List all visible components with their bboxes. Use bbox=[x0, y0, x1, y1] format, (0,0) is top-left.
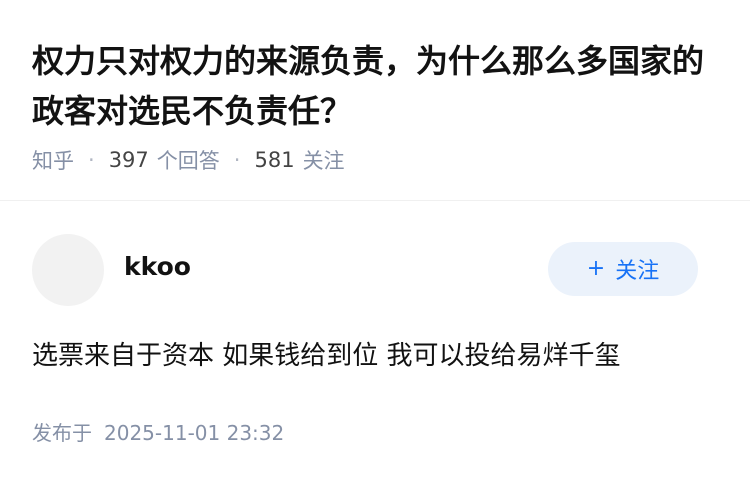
separator-dot: · bbox=[233, 148, 241, 172]
published-date: 2025-11-01 23:32 bbox=[104, 421, 285, 445]
follower-count: 581 bbox=[254, 148, 295, 172]
publish-time: 发布于 2025-11-01 23:32 bbox=[32, 418, 284, 448]
plus-icon: + bbox=[586, 256, 606, 281]
question-meta: 知乎 · 397 个回答 · 581 关注 bbox=[32, 144, 345, 176]
answer-page: 权力只对权力的来源负责，为什么那么多国家的政客对选民不负责任？ 知乎 · 397… bbox=[0, 0, 750, 484]
answer-count-label[interactable]: 个回答 bbox=[157, 145, 220, 175]
author-name[interactable]: kkoo bbox=[124, 250, 191, 284]
follower-count-label: 关注 bbox=[302, 149, 345, 173]
follow-button[interactable]: + 关注 bbox=[548, 242, 698, 296]
answer-content: 选票来自于资本 如果钱给到位 我可以投给易烊千玺 bbox=[32, 341, 621, 371]
source-label[interactable]: 知乎 bbox=[32, 145, 74, 175]
question-title[interactable]: 权力只对权力的来源负责，为什么那么多国家的政客对选民不负责任？ bbox=[32, 36, 722, 136]
follow-button-label: 关注 bbox=[615, 259, 660, 284]
answer-count: 397 bbox=[108, 148, 149, 172]
separator-dot: · bbox=[88, 148, 95, 172]
avatar[interactable] bbox=[32, 234, 104, 306]
published-label: 发布于 bbox=[32, 421, 92, 445]
divider bbox=[0, 200, 750, 201]
